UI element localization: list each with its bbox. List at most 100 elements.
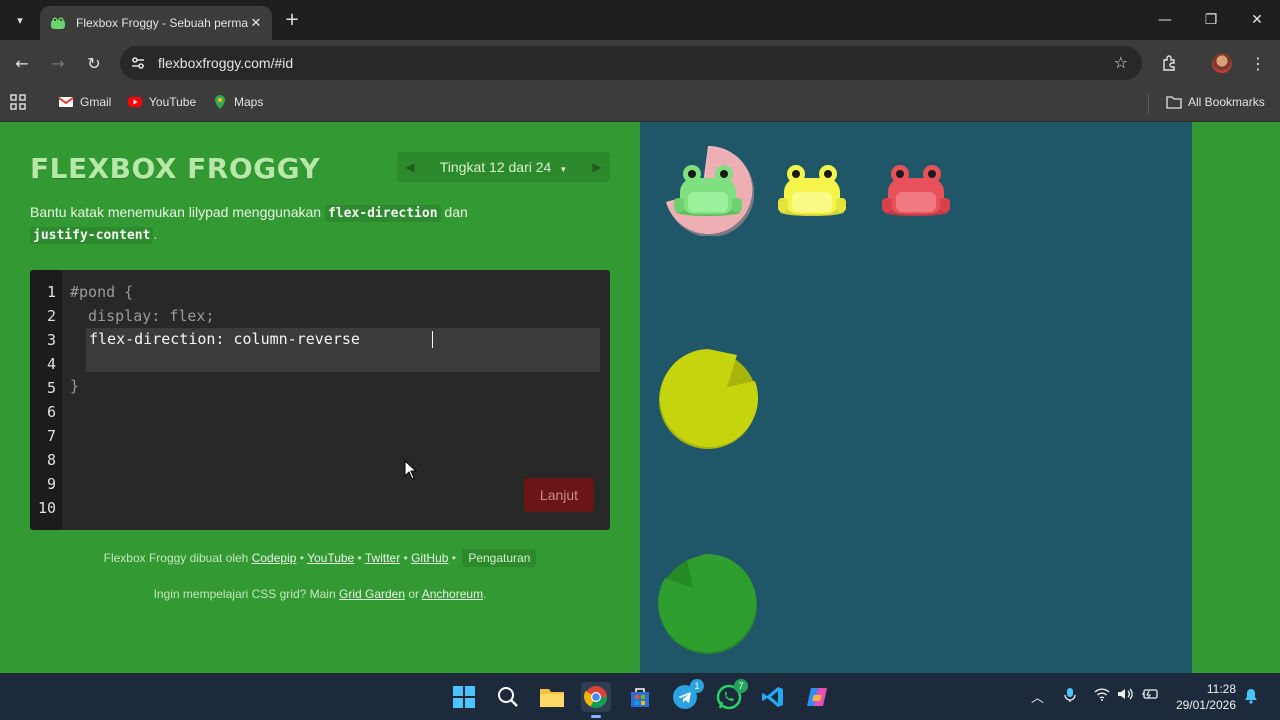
telegram-badge: 1 <box>690 679 704 693</box>
browser-toolbar: ← → ↻ flexboxfroggy.com/#id ☆ ⋮ <box>0 40 1280 86</box>
level-navigator: ◀ Tingkat 12 dari 24 ▼ ▶ <box>397 152 610 182</box>
codepip-link[interactable]: Codepip <box>252 551 297 565</box>
frog-green <box>674 165 742 216</box>
profile-avatar[interactable] <box>1210 51 1234 75</box>
line-number: 7 <box>46 427 56 445</box>
bookmark-gmail[interactable]: Gmail <box>58 94 111 110</box>
maps-pin-icon <box>215 95 225 109</box>
twitter-link[interactable]: Twitter <box>365 551 400 565</box>
close-window-button[interactable]: ✕ <box>1234 0 1280 40</box>
divider <box>1148 94 1149 114</box>
clock-date: 29/01/2026 <box>1175 698 1236 712</box>
new-tab-button[interactable]: + <box>282 9 302 30</box>
line-number: 5 <box>46 379 56 397</box>
line-number: 3 <box>46 331 56 349</box>
code-line-1: #pond { <box>70 283 134 301</box>
system-clock[interactable]: 11:28 29/01/2026 <box>1176 681 1236 713</box>
prev-level-button[interactable]: ◀ <box>397 152 423 182</box>
bookmark-label: Gmail <box>80 95 112 109</box>
bookmark-maps[interactable]: Maps <box>212 94 263 110</box>
instructions-middle: dan <box>440 204 468 220</box>
address-bar[interactable]: flexboxfroggy.com/#id ☆ <box>120 46 1142 80</box>
brand-logo: FLEXBOX FROGGY <box>30 152 321 185</box>
vscode-icon[interactable] <box>758 682 788 712</box>
windows-start-icon[interactable] <box>449 682 479 712</box>
microphone-icon[interactable] <box>1063 687 1077 707</box>
site-info-icon[interactable] <box>126 51 150 75</box>
frog-red <box>882 165 950 216</box>
microsoft-store-icon[interactable] <box>625 682 655 712</box>
separator: • <box>354 551 365 565</box>
frog-yellow <box>778 165 846 216</box>
anchoreum-link[interactable]: Anchoreum <box>422 587 483 601</box>
frog-favicon-icon <box>51 17 65 29</box>
back-button[interactable]: ← <box>10 51 34 75</box>
separator: • <box>296 551 308 565</box>
bookmark-star-icon[interactable]: ☆ <box>1114 53 1128 72</box>
next-button[interactable]: Lanjut <box>524 478 594 512</box>
credits: Flexbox Froggy dibuat oleh Codepip • You… <box>30 549 610 567</box>
line-number: 6 <box>46 403 56 421</box>
game-page: FLEXBOX FROGGY ◀ Tingkat 12 dari 24 ▼ ▶ B… <box>0 122 1280 673</box>
whatsapp-icon[interactable]: 7 <box>714 679 748 712</box>
instructions: Bantu katak menemukan lilypad menggunaka… <box>30 202 610 246</box>
bookmark-label: YouTube <box>149 95 197 109</box>
text-caret <box>432 331 433 348</box>
telegram-icon[interactable]: 1 <box>670 679 704 712</box>
all-bookmarks-label: All Bookmarks <box>1188 95 1265 109</box>
separator: • <box>448 551 460 565</box>
active-app-indicator <box>591 715 601 718</box>
lilypad-yellow <box>659 349 759 449</box>
caret-down-icon: ▼ <box>559 165 568 174</box>
chrome-icon[interactable] <box>581 682 611 718</box>
search-icon[interactable] <box>493 682 523 712</box>
code-term-flex-direction[interactable]: flex-direction <box>324 205 441 222</box>
instructions-suffix: . <box>153 226 158 242</box>
lilypad-green <box>658 553 757 654</box>
file-explorer-icon[interactable] <box>537 682 567 712</box>
tab-title: Flexbox Froggy - Sebuah permainan <box>76 16 248 30</box>
volume-icon[interactable] <box>1117 687 1135 705</box>
code-input-area[interactable] <box>86 328 600 372</box>
folder-icon <box>1166 96 1182 109</box>
avatar <box>1212 53 1232 73</box>
mouse-cursor-icon <box>404 460 418 480</box>
grid-garden-link[interactable]: Grid Garden <box>339 587 405 601</box>
reload-button[interactable]: ↻ <box>82 51 106 75</box>
triangle-right-icon: ▶ <box>592 160 602 174</box>
instructions-prefix: Bantu katak menemukan lilypad menggunaka… <box>30 204 325 220</box>
restore-button[interactable]: ❐ <box>1188 0 1234 40</box>
all-bookmarks-button[interactable]: All Bookmarks <box>1166 94 1265 110</box>
notification-bell-icon[interactable] <box>1244 688 1258 708</box>
active-tab[interactable]: Flexbox Froggy - Sebuah permainan ✕ <box>40 6 272 40</box>
window-controls: — ❐ ✕ <box>1142 0 1280 40</box>
promo-middle: or <box>405 587 422 601</box>
line-number: 9 <box>46 475 56 493</box>
bookmark-label: Maps <box>234 95 264 109</box>
extensions-icon[interactable] <box>1157 51 1181 75</box>
youtube-link[interactable]: YouTube <box>307 551 354 565</box>
triangle-left-icon: ◀ <box>405 160 415 174</box>
code-term-justify-content[interactable]: justify-content <box>30 227 154 244</box>
copilot-icon[interactable] <box>802 682 832 712</box>
battery-icon[interactable] <box>1141 687 1159 705</box>
forward-button[interactable]: → <box>46 51 70 75</box>
bookmark-youtube[interactable]: YouTube <box>127 94 196 110</box>
tab-search-button[interactable]: ▾ <box>8 8 32 32</box>
show-hidden-icons-chevron-icon[interactable]: ︿ <box>1031 687 1044 706</box>
apps-grid-icon[interactable] <box>10 94 26 110</box>
next-level-button[interactable]: ▶ <box>584 152 610 182</box>
wifi-icon[interactable] <box>1094 687 1110 705</box>
css-input[interactable] <box>89 329 489 349</box>
reload-icon: ↻ <box>87 53 101 73</box>
close-tab-icon[interactable]: ✕ <box>248 16 264 31</box>
code-editor: 1 2 3 4 5 6 7 8 9 10 #pond { display: fl… <box>30 270 610 530</box>
youtube-icon <box>128 97 142 107</box>
level-dropdown[interactable]: Tingkat 12 dari 24 ▼ <box>423 159 584 175</box>
menu-kebab-icon[interactable]: ⋮ <box>1246 51 1270 75</box>
settings-button[interactable]: Pengaturan <box>462 549 537 567</box>
code-line-5: } <box>70 377 80 395</box>
minimize-button[interactable]: — <box>1142 0 1188 40</box>
github-link[interactable]: GitHub <box>411 551 448 565</box>
line-number: 8 <box>46 451 56 469</box>
